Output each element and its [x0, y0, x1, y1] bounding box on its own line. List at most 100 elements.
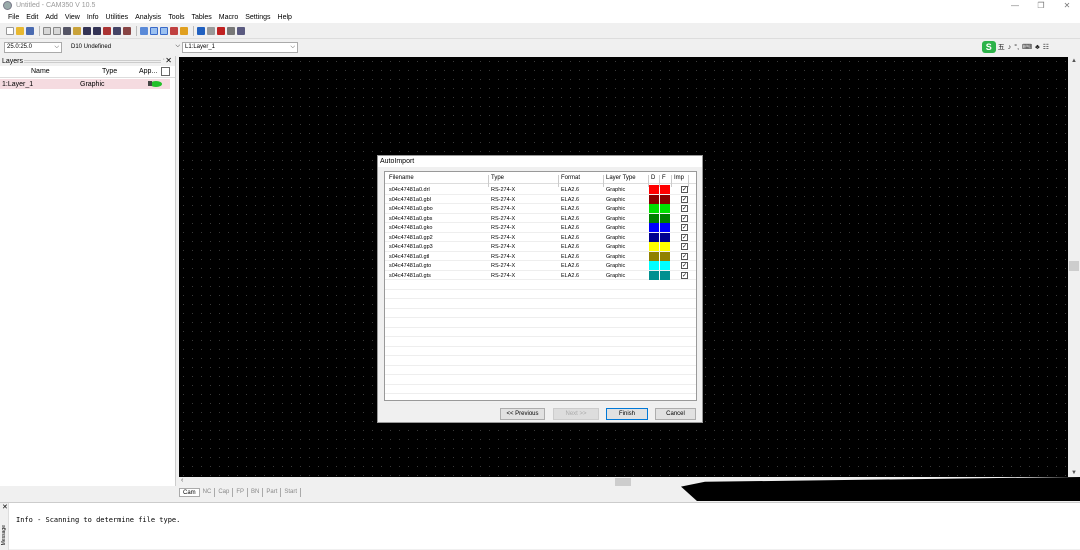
undo-icon[interactable]	[43, 26, 51, 35]
dot-grid-icon[interactable]	[160, 26, 168, 35]
zoom-in-icon[interactable]	[83, 26, 91, 35]
minimize-button[interactable]: —	[1002, 0, 1028, 11]
row-import-checkbox[interactable]: ✓	[681, 271, 688, 279]
import-file-list[interactable]: Filename Type Format Layer Type D F Imp …	[384, 171, 697, 404]
delete-icon[interactable]	[217, 26, 225, 35]
snap-grid-icon[interactable]	[140, 26, 148, 35]
menu-file[interactable]: File	[8, 14, 19, 21]
vertical-scrollbar[interactable]: ▲ ▼	[1068, 57, 1080, 477]
menu-tables[interactable]: Tables	[192, 14, 212, 21]
scroll-up-icon[interactable]: ▲	[1071, 58, 1077, 64]
tab-bn[interactable]: BN	[248, 488, 264, 497]
layer-combo[interactable]: L1:Layer_1 ⌵	[182, 41, 298, 53]
tab-part[interactable]: Part	[263, 488, 282, 497]
row-d-color-swatch[interactable]	[649, 204, 659, 213]
ime-item[interactable]: ♪	[1008, 44, 1012, 51]
row-f-color-swatch[interactable]	[660, 213, 670, 223]
row-import-checkbox[interactable]: ✓	[681, 233, 688, 241]
ime-item[interactable]: ☷	[1043, 43, 1049, 51]
menu-edit[interactable]: Edit	[26, 14, 38, 21]
next-button[interactable]: Next >>	[553, 408, 599, 420]
import-row[interactable]: s04c47481a0.gbo RS-274-X ELA2.6 Graphic ✓	[385, 204, 696, 214]
column-options-icon[interactable]	[161, 67, 170, 76]
redraw-icon[interactable]	[123, 26, 131, 35]
column-layer-type[interactable]: Layer Type	[606, 175, 636, 181]
vertical-scroll-thumb[interactable]	[1069, 261, 1079, 271]
row-f-color-swatch[interactable]	[660, 185, 670, 194]
row-f-color-swatch[interactable]	[660, 223, 670, 232]
menu-settings[interactable]: Settings	[245, 14, 270, 21]
menu-analysis[interactable]: Analysis	[135, 14, 161, 21]
import-row[interactable]: s04c47481a0.drl RS-274-X ELA2.6 Graphic ✓	[385, 185, 696, 195]
tab-nc[interactable]: NC	[200, 488, 216, 497]
restore-button[interactable]: ❐	[1028, 0, 1054, 11]
row-f-color-swatch[interactable]	[660, 242, 670, 251]
grid-toggle-icon[interactable]	[150, 26, 158, 35]
menu-macro[interactable]: Macro	[219, 14, 238, 21]
import-row[interactable]: s04c47481a0.gp2 RS-274-X ELA2.6 Graphic ✓	[385, 232, 696, 242]
row-d-color-swatch[interactable]	[649, 213, 659, 223]
row-f-color-swatch[interactable]	[660, 261, 670, 270]
column-d[interactable]: D	[651, 175, 655, 181]
row-f-color-swatch[interactable]	[660, 270, 670, 280]
menu-info[interactable]: Info	[87, 14, 99, 21]
import-row[interactable]: s04c47481a0.gto RS-274-X ELA2.6 Graphic ✓	[385, 261, 696, 271]
row-f-color-swatch[interactable]	[660, 251, 670, 261]
zoom-window-icon[interactable]	[103, 26, 111, 35]
row-d-color-swatch[interactable]	[649, 261, 659, 270]
close-icon[interactable]: ✕	[165, 56, 172, 65]
row-import-checkbox[interactable]: ✓	[681, 195, 688, 203]
close-icon[interactable]: ✕	[2, 503, 8, 511]
row-d-color-swatch[interactable]	[649, 232, 659, 242]
ime-item[interactable]: ♣	[1035, 44, 1040, 51]
column-type[interactable]: Type	[491, 175, 504, 181]
tab-cap[interactable]: Cap	[215, 488, 234, 497]
close-window-button[interactable]: ✕	[1054, 0, 1080, 11]
column-type[interactable]: Type	[102, 68, 117, 75]
column-imp[interactable]: Imp	[674, 175, 684, 181]
import-row[interactable]: s04c47481a0.gtl RS-274-X ELA2.6 Graphic ✓	[385, 251, 696, 261]
mirror-icon[interactable]	[237, 26, 245, 35]
tab-start[interactable]: Start	[281, 488, 302, 497]
new-file-icon[interactable]	[6, 26, 14, 35]
swatch-icon[interactable]	[180, 26, 188, 35]
row-d-color-swatch[interactable]	[649, 185, 659, 194]
scroll-down-icon[interactable]: ▼	[1071, 470, 1077, 476]
finish-button[interactable]: Finish	[606, 408, 648, 420]
column-f[interactable]: F	[662, 175, 666, 181]
cancel-button[interactable]: Cancel	[655, 408, 696, 420]
ime-logo-icon[interactable]: S	[981, 41, 996, 53]
column-name[interactable]: Name	[31, 68, 50, 75]
row-import-checkbox[interactable]: ✓	[681, 205, 688, 212]
layer-appearance-icon[interactable]	[146, 80, 164, 88]
import-row[interactable]: s04c47481a0.gp3 RS-274-X ELA2.6 Graphic ✓	[385, 242, 696, 252]
open-folder-icon[interactable]	[16, 26, 24, 35]
import-row[interactable]: s04c47481a0.gts RS-274-X ELA2.6 Graphic ✓	[385, 270, 696, 280]
import-row[interactable]: s04c47481a0.gbs RS-274-X ELA2.6 Graphic ✓	[385, 213, 696, 223]
import-row[interactable]: s04c47481a0.gko RS-274-X ELA2.6 Graphic ✓	[385, 223, 696, 233]
previous-button[interactable]: << Previous	[500, 408, 545, 420]
zoom-all-icon[interactable]	[113, 26, 121, 35]
column-format[interactable]: Format	[561, 175, 580, 181]
row-import-checkbox[interactable]: ✓	[681, 252, 688, 260]
dcode-combo[interactable]: D10 Undefined ⌵	[68, 42, 180, 53]
row-f-color-swatch[interactable]	[660, 204, 670, 213]
row-import-checkbox[interactable]: ✓	[681, 214, 688, 222]
import-row[interactable]: s04c47481a0.gbl RS-274-X ELA2.6 Graphic ✓	[385, 194, 696, 204]
row-f-color-swatch[interactable]	[660, 232, 670, 242]
ime-item[interactable]: 五	[998, 42, 1005, 52]
tab-cam[interactable]: Cam	[179, 488, 200, 497]
row-d-color-swatch[interactable]	[649, 194, 659, 204]
row-d-color-swatch[interactable]	[649, 251, 659, 261]
horizontal-scroll-thumb[interactable]	[615, 478, 631, 486]
rotate-icon[interactable]	[227, 26, 235, 35]
highlight-icon[interactable]	[73, 26, 81, 35]
print-icon[interactable]	[63, 26, 71, 35]
column-app[interactable]: App...	[139, 68, 157, 75]
column-filename[interactable]: Filename	[389, 175, 414, 181]
menu-utilities[interactable]: Utilities	[106, 14, 129, 21]
row-d-color-swatch[interactable]	[649, 223, 659, 232]
menu-tools[interactable]: Tools	[168, 14, 184, 21]
tab-fp[interactable]: FP	[233, 488, 249, 497]
save-icon[interactable]	[26, 26, 34, 35]
